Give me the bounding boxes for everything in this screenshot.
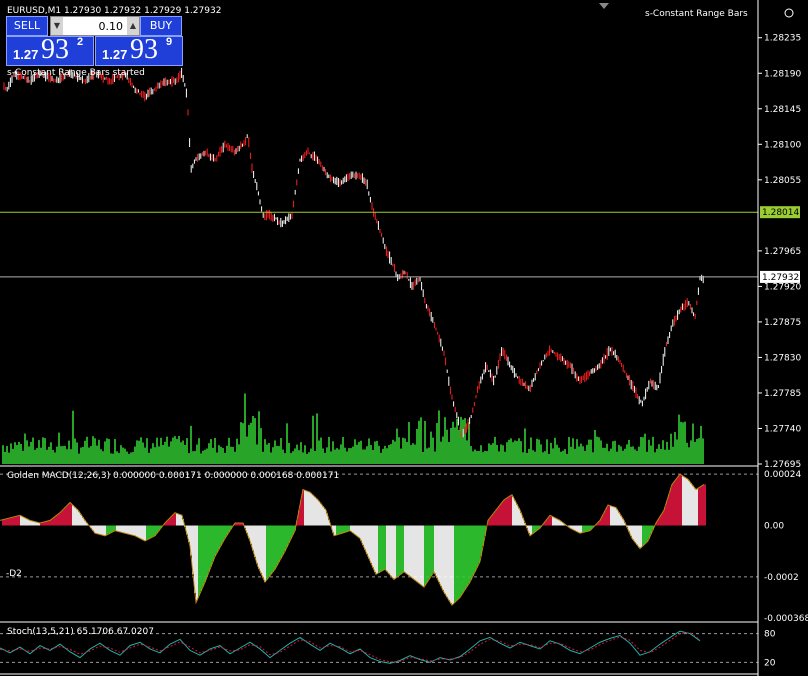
- one-click-trade-panel: SELL ▼ ▲ BUY 1.27 93 2 1.27 93 9: [6, 16, 183, 66]
- macd-tick-label-1: 0.00: [764, 522, 784, 532]
- stoch-tick-label-1: 20: [764, 658, 776, 668]
- price-tick-label-5: 1.27965: [764, 247, 801, 257]
- macd-tick-label-3: -0.000368: [764, 614, 808, 624]
- macd-d2-label: -D2: [6, 569, 22, 579]
- price-tick-label-4: 1.28055: [764, 176, 801, 186]
- lot-size-stepper: ▼ ▲: [50, 16, 140, 36]
- buy-button[interactable]: BUY: [140, 16, 182, 36]
- sell-price-prefix: 1.27: [13, 47, 39, 62]
- sell-button[interactable]: SELL: [6, 16, 48, 36]
- level-label-green: 1.28014: [762, 208, 799, 218]
- status-text: s-Constant Range Bars started: [7, 68, 145, 78]
- chart-canvas: 1.280141.27932 1.282351.281901.281451.28…: [0, 0, 808, 676]
- buy-price-sup: 9: [166, 36, 173, 48]
- macd-signal-line: [0, 473, 705, 606]
- price-tick-label-7: 1.27875: [764, 318, 801, 328]
- symbol-info: EURUSD,M1 1.27930 1.27932 1.27929 1.2793…: [7, 6, 221, 16]
- buy-price-prefix: 1.27: [102, 47, 128, 62]
- price-tick-label-1: 1.28190: [764, 69, 801, 79]
- chevron-up-icon[interactable]: ▲: [127, 17, 139, 35]
- stoch-signal-line: [0, 632, 701, 663]
- price-tick-label-11: 1.27695: [764, 460, 801, 470]
- macd-tick-label-0: 0.00024: [764, 470, 801, 480]
- smiley-icon: [784, 8, 794, 18]
- price-axis: 1.282351.281901.281451.281001.280551.279…: [0, 0, 808, 676]
- indicator-name: s-Constant Range Bars: [645, 9, 748, 19]
- scroll-marker-icon: [599, 3, 609, 9]
- price-tick-label-3: 1.28100: [764, 140, 801, 150]
- price-panel: 1.280141.27932: [0, 67, 800, 464]
- stoch-title: Stoch(13,5,21) 65.1706 67.0207: [7, 627, 154, 637]
- chevron-down-icon[interactable]: ▼: [51, 17, 63, 35]
- buy-price-quote[interactable]: 1.27 93 9: [95, 34, 183, 66]
- macd-title: Golden MACD(12,26,3) 0.000000 0.000171 0…: [7, 471, 339, 481]
- stoch-tick-label-0: 80: [764, 630, 776, 640]
- price-tick-label-0: 1.28235: [764, 34, 801, 44]
- price-tick-label-2: 1.28145: [764, 105, 801, 115]
- sell-price-quote[interactable]: 1.27 93 2: [6, 34, 94, 66]
- price-tick-label-10: 1.27740: [764, 424, 801, 434]
- price-tick-label-8: 1.27830: [764, 353, 801, 363]
- buy-price-big: 93: [130, 34, 158, 65]
- price-tick-label-6: 1.27920: [764, 282, 801, 292]
- lot-size-input[interactable]: [65, 18, 123, 34]
- sell-price-sup: 2: [77, 36, 84, 48]
- macd-panel: [0, 473, 758, 606]
- price-tick-label-9: 1.27785: [764, 389, 801, 399]
- sell-price-big: 93: [41, 34, 69, 65]
- macd-tick-label-2: -0.0002: [764, 573, 799, 583]
